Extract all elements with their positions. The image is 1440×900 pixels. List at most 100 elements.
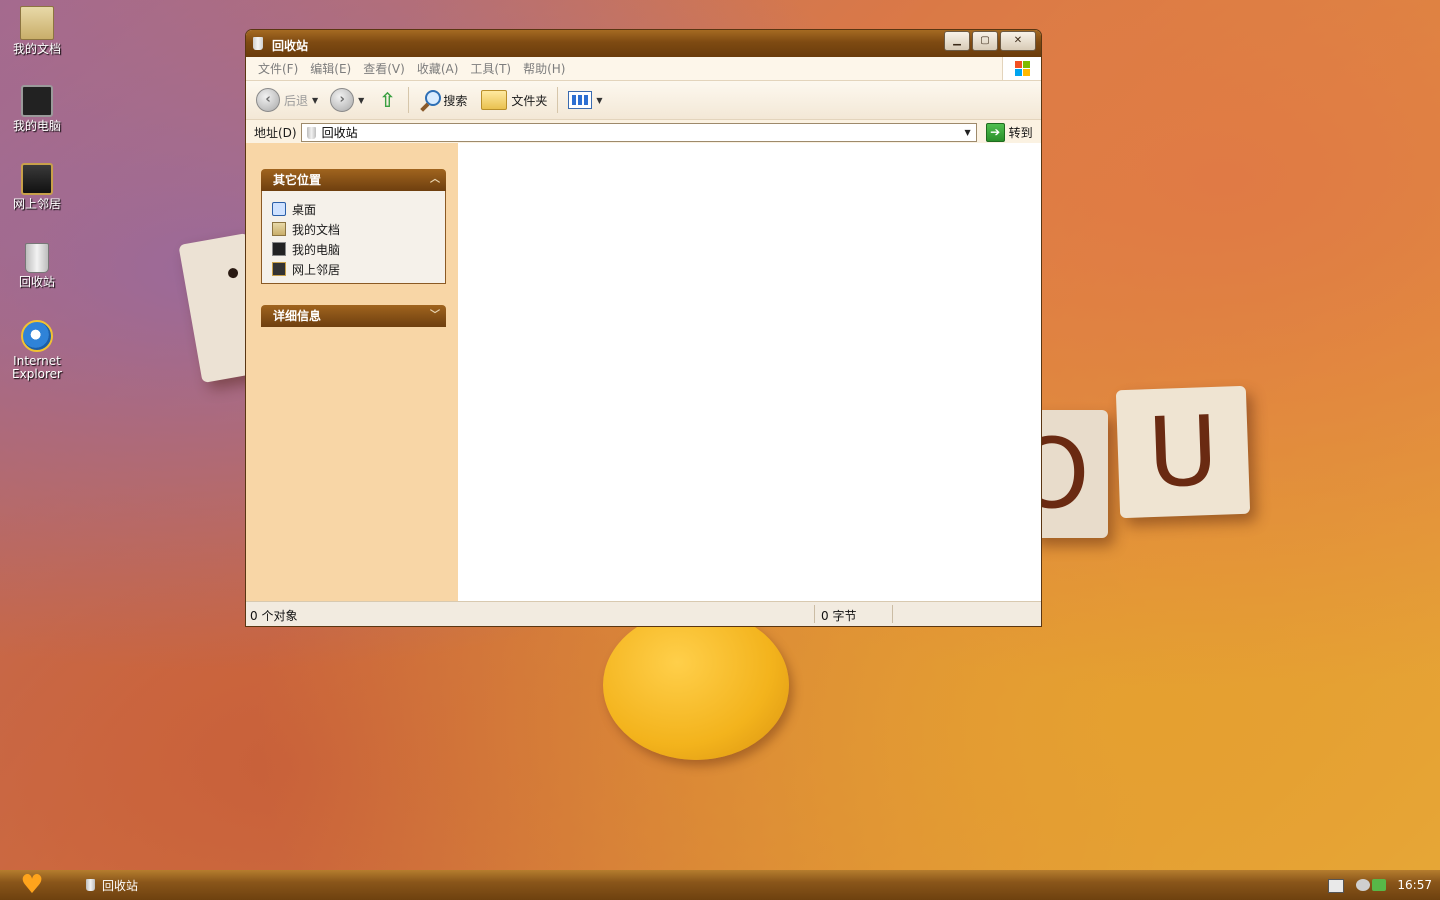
views-button[interactable]: ▼ (568, 91, 608, 109)
maximize-button[interactable]: ▢ (972, 31, 998, 51)
safely-remove-icon[interactable] (1372, 879, 1386, 891)
folders-label: 文件夹 (511, 93, 548, 108)
recycle-bin-window: 回收站 ▁ ▢ ✕ 文件(F) 编辑(E) 查看(V) 收藏(A) 工具(T) … (245, 29, 1042, 627)
desktop-icon-network-places[interactable]: 网上邻居 (4, 163, 70, 211)
address-input[interactable]: 回收站 ▼ (300, 123, 977, 142)
back-label: 后退 (284, 93, 309, 108)
wallpaper-letter-u: U (1145, 394, 1221, 510)
taskbar-button-recycle-bin[interactable]: 回收站 (78, 874, 138, 896)
other-places-panel: 其它位置 ︿ 桌面 我的文档 我的电脑 网上邻居 (261, 169, 446, 284)
clock[interactable]: 16:57 (1397, 878, 1432, 892)
taskbar-button-label: 回收站 (102, 878, 139, 893)
address-label: 地址(D) (254, 126, 297, 140)
go-button[interactable]: ➔ 转到 (985, 123, 1033, 142)
up-folder-button[interactable]: ⇧ (376, 88, 398, 112)
link-desktop[interactable]: 桌面 (272, 199, 445, 219)
desktop-icon-label: Internet Explorer (12, 354, 62, 381)
my-computer-icon (21, 85, 53, 117)
internet-explorer-icon (21, 320, 53, 352)
menu-bar: 文件(F) 编辑(E) 查看(V) 收藏(A) 工具(T) 帮助(H) (246, 57, 1041, 81)
network-status-icon[interactable] (1356, 879, 1370, 891)
link-my-computer[interactable]: 我的电脑 (272, 239, 445, 259)
back-button[interactable]: ‹ 后退 ▼ (256, 88, 324, 112)
keyboard-icon[interactable] (1328, 879, 1344, 893)
status-divider (814, 605, 815, 623)
recycle-bin-icon (253, 37, 263, 50)
expand-chevron-icon[interactable]: ﹀ (430, 305, 440, 327)
link-my-documents[interactable]: 我的文档 (272, 219, 445, 239)
link-label: 网上邻居 (292, 262, 341, 277)
my-computer-icon (272, 242, 286, 256)
menu-edit[interactable]: 编辑(E) (304, 60, 357, 77)
window-controls: ▁ ▢ ✕ (944, 31, 1036, 51)
windows-logo-icon (1002, 57, 1041, 80)
start-button-heart-icon[interactable]: ♥ (18, 872, 46, 898)
taskbar: ♥ 回收站 16:57 (0, 870, 1440, 900)
recycle-bin-icon (25, 243, 49, 273)
forward-dropdown-icon[interactable]: ▼ (358, 96, 364, 105)
search-button[interactable]: 搜索 (419, 90, 468, 112)
collapse-chevron-icon[interactable]: ︿ (430, 169, 440, 191)
menu-view[interactable]: 查看(V) (357, 60, 411, 77)
wallpaper-yellow-disc (603, 610, 789, 760)
die-pip (227, 267, 239, 279)
search-icon (419, 90, 442, 112)
other-places-header[interactable]: 其它位置 ︿ (261, 169, 446, 191)
back-dropdown-icon[interactable]: ▼ (312, 96, 318, 105)
status-object-count: 0 个对象 (250, 609, 298, 623)
network-places-icon (21, 163, 53, 195)
close-button[interactable]: ✕ (1000, 31, 1036, 51)
file-list-pane[interactable] (458, 143, 1041, 602)
link-label: 桌面 (292, 202, 317, 217)
address-dropdown-icon[interactable]: ▼ (960, 124, 976, 141)
menu-tools[interactable]: 工具(T) (464, 60, 517, 77)
desktop-icon-my-documents[interactable]: 我的文档 (4, 6, 70, 56)
desktop-icon-recycle-bin[interactable]: 回收站 (4, 243, 70, 289)
link-network-places[interactable]: 网上邻居 (272, 259, 445, 279)
back-arrow-icon: ‹ (256, 88, 280, 112)
wallpaper-letter-block-u: U (1115, 385, 1251, 519)
network-places-icon (272, 262, 286, 276)
status-divider (892, 605, 893, 623)
desktop-icon (272, 202, 286, 216)
search-label: 搜索 (443, 93, 468, 108)
views-dropdown-icon: ▼ (596, 95, 603, 105)
recycle-bin-icon (306, 126, 316, 139)
standard-toolbar: ‹ 后退 ▼ › ▼ ⇧ 搜索 文件夹 ▼ (246, 81, 1041, 120)
toolbar-separator (408, 87, 410, 113)
menu-favorites[interactable]: 收藏(A) (411, 60, 465, 77)
desktop-icon-label: 我的电脑 (12, 119, 61, 133)
my-documents-icon (272, 222, 286, 236)
details-panel: 详细信息 ﹀ (261, 305, 446, 327)
forward-button[interactable]: › ▼ (330, 88, 370, 112)
other-places-title: 其它位置 (273, 173, 322, 187)
desktop-icon-internet-explorer[interactable]: Internet Explorer (4, 320, 70, 381)
link-label: 我的电脑 (292, 242, 341, 257)
desktop-icon-label: 我的文档 (12, 42, 61, 56)
forward-arrow-icon: › (330, 88, 355, 112)
go-label: 转到 (1008, 126, 1033, 140)
folders-button[interactable]: 文件夹 (481, 90, 547, 110)
go-arrow-icon: ➔ (985, 123, 1005, 142)
details-title: 详细信息 (273, 309, 322, 323)
minimize-button[interactable]: ▁ (944, 31, 970, 51)
views-icon (568, 91, 593, 109)
desktop-icon-my-computer[interactable]: 我的电脑 (4, 85, 70, 133)
content-area: 其它位置 ︿ 桌面 我的文档 我的电脑 网上邻居 详细信息 ﹀ (246, 143, 1041, 602)
system-tray: 16:57 (1320, 870, 1440, 900)
my-documents-icon (20, 6, 54, 40)
status-bar: 0 个对象 0 字节 (246, 601, 1041, 626)
menu-file[interactable]: 文件(F) (252, 60, 304, 77)
menu-help[interactable]: 帮助(H) (517, 60, 571, 77)
other-places-body: 桌面 我的文档 我的电脑 网上邻居 (261, 191, 446, 284)
task-pane: 其它位置 ︿ 桌面 我的文档 我的电脑 网上邻居 详细信息 ﹀ (246, 143, 458, 602)
desktop-icon-label: 回收站 (18, 275, 55, 289)
toolbar-separator (557, 87, 559, 113)
address-value: 回收站 (321, 126, 358, 140)
title-bar[interactable]: 回收站 ▁ ▢ ✕ (246, 30, 1041, 57)
desktop-icon-label: 网上邻居 (12, 197, 61, 211)
details-header[interactable]: 详细信息 ﹀ (261, 305, 446, 327)
window-title: 回收站 (272, 39, 309, 53)
up-arrow-icon: ⇧ (378, 88, 396, 112)
folder-icon (481, 90, 508, 110)
